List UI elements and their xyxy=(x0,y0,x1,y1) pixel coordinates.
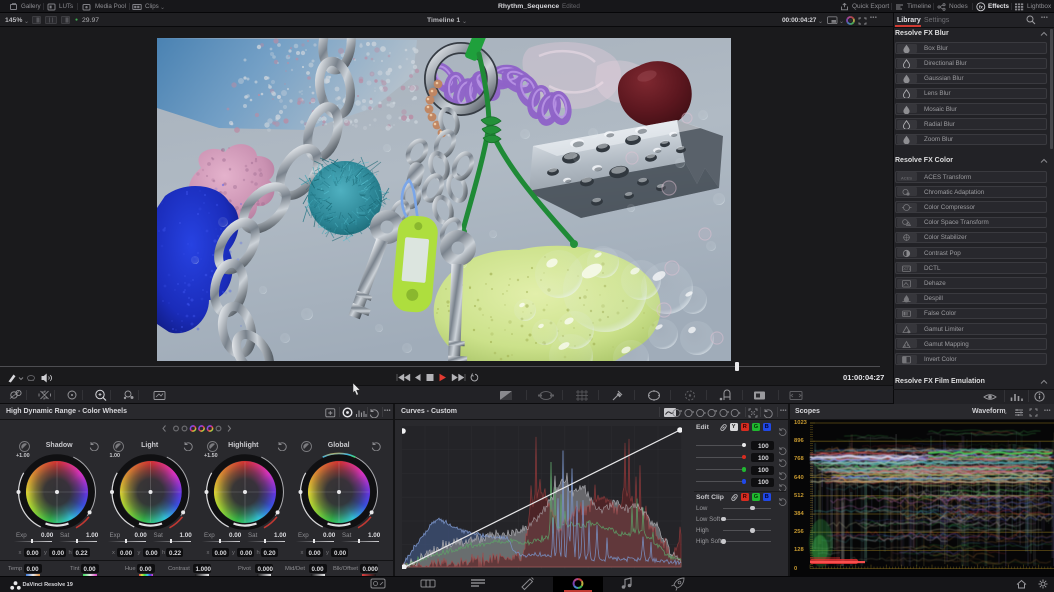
svg-text:fx: fx xyxy=(979,5,984,10)
svg-text:DCTL: DCTL xyxy=(902,267,911,271)
svg-text:ACES: ACES xyxy=(901,175,912,180)
